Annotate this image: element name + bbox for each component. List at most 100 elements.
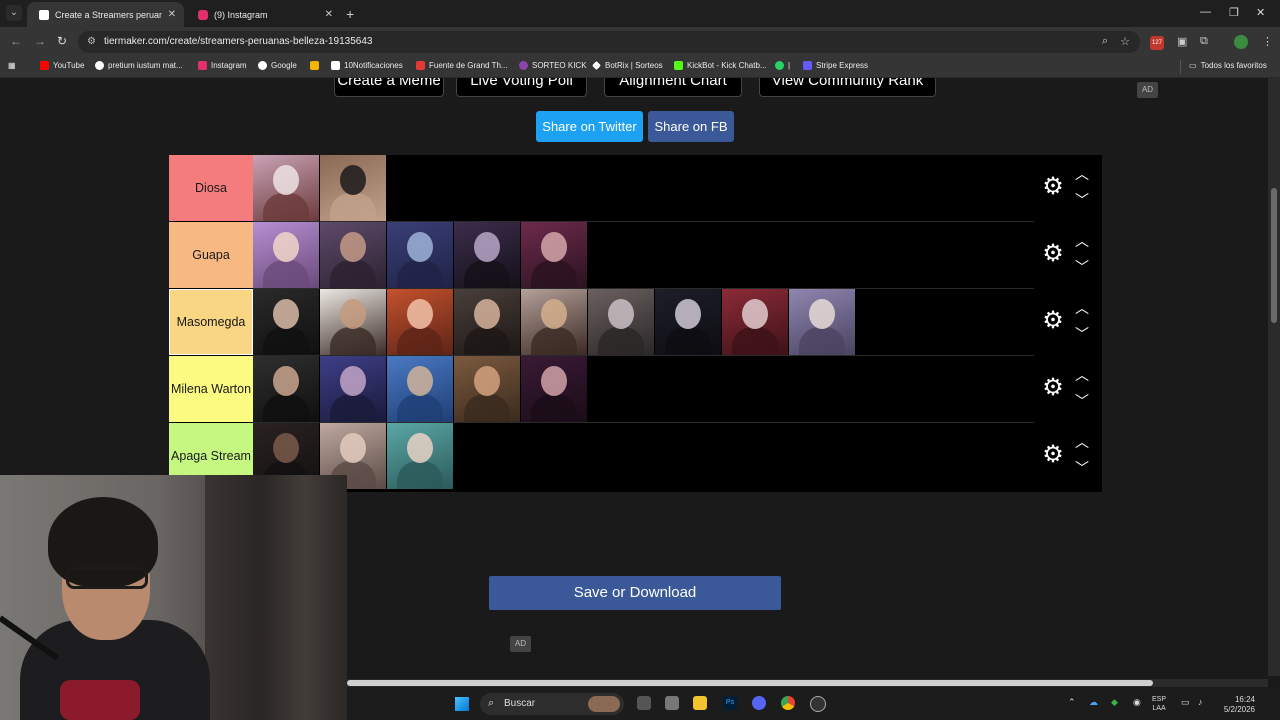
- share-fb-button[interactable]: Share on FB: [648, 111, 734, 142]
- view-community-rank-button[interactable]: View Community Rank: [759, 78, 936, 97]
- move-tier-up-icon[interactable]: ︿: [1075, 435, 1089, 449]
- tier-item-image[interactable]: [320, 155, 386, 221]
- minimize-icon[interactable]: —: [1200, 6, 1211, 18]
- address-bar[interactable]: ⚙ tiermaker.com/create/streamers-peruana…: [78, 31, 1140, 53]
- tier-item-image[interactable]: [253, 222, 319, 288]
- site-info-icon[interactable]: ⚙: [87, 36, 96, 47]
- tier-item-image[interactable]: [655, 289, 721, 355]
- tier-item-image[interactable]: [521, 289, 587, 355]
- move-tier-down-icon[interactable]: ﹀: [1075, 193, 1089, 207]
- tier-item-image[interactable]: [387, 356, 453, 422]
- tray-volume-icon[interactable]: ♪: [1198, 697, 1203, 707]
- bookmark-instagram[interactable]: Instagram: [198, 61, 247, 70]
- tray-onedrive-icon[interactable]: ☁: [1089, 697, 1098, 708]
- bookmark-youtube[interactable]: YouTube: [40, 61, 84, 70]
- bookmark-stripe[interactable]: Stripe Express: [803, 61, 868, 70]
- tier-item-image[interactable]: [722, 289, 788, 355]
- extension-icon[interactable]: ▣: [1177, 35, 1187, 48]
- chrome-icon[interactable]: [781, 696, 795, 710]
- tier-settings-gear-icon[interactable]: ⚙: [1041, 376, 1065, 400]
- scrollbar-thumb[interactable]: [347, 680, 1153, 686]
- tier-item-image[interactable]: [320, 356, 386, 422]
- back-icon[interactable]: ←: [10, 34, 22, 48]
- tray-security-icon[interactable]: ◆: [1111, 697, 1118, 708]
- tier-item-image[interactable]: [454, 356, 520, 422]
- tier-item-image[interactable]: [588, 289, 654, 355]
- extension-badge[interactable]: 127: [1150, 36, 1164, 50]
- url-text[interactable]: tiermaker.com/create/streamers-peruanas-…: [104, 36, 372, 47]
- create-meme-button[interactable]: Create a Meme: [334, 78, 444, 97]
- close-tab-icon[interactable]: ✕: [325, 9, 333, 20]
- bookmark-pretium[interactable]: pretium iustum mat...: [95, 61, 183, 70]
- bookmark-10notificaciones[interactable]: 10Notificaciones: [331, 61, 403, 70]
- windows-start-icon[interactable]: [455, 697, 469, 711]
- bookmark-sorteo-kick[interactable]: SORTEO KICK: [519, 61, 587, 70]
- tier-item-image[interactable]: [253, 356, 319, 422]
- apps-grid-icon[interactable]: ▦: [8, 61, 16, 70]
- tier-item-image[interactable]: [253, 289, 319, 355]
- file-explorer-icon[interactable]: [693, 696, 707, 710]
- photoshop-icon[interactable]: Ps: [723, 696, 737, 710]
- close-tab-icon[interactable]: ✕: [168, 9, 176, 20]
- tier-item-image[interactable]: [320, 222, 386, 288]
- bookmark-pinwheel[interactable]: [310, 61, 323, 70]
- task-view-icon[interactable]: [637, 696, 651, 710]
- tier-item-image[interactable]: [387, 423, 453, 489]
- tier-settings-gear-icon[interactable]: ⚙: [1041, 175, 1065, 199]
- ad-badge[interactable]: AD: [1137, 82, 1158, 98]
- move-tier-up-icon[interactable]: ︿: [1075, 368, 1089, 382]
- tier-item-image[interactable]: [521, 222, 587, 288]
- ad-badge[interactable]: AD: [510, 636, 531, 652]
- taskbar-search[interactable]: ⌕ Buscar: [480, 693, 624, 715]
- tier-item-image[interactable]: [789, 289, 855, 355]
- move-tier-up-icon[interactable]: ︿: [1075, 167, 1089, 181]
- share-twitter-button[interactable]: Share on Twitter: [536, 111, 643, 142]
- scrollbar-thumb[interactable]: [1271, 188, 1277, 323]
- tier-label[interactable]: Masomegda: [169, 289, 253, 355]
- tab-instagram[interactable]: (9) Instagram ✕: [186, 2, 341, 27]
- bookmark-star-icon[interactable]: ☆: [1120, 35, 1130, 48]
- close-window-icon[interactable]: ✕: [1256, 6, 1265, 19]
- obs-icon[interactable]: [810, 696, 826, 712]
- tier-item-image[interactable]: [521, 356, 587, 422]
- bookmark-fuente[interactable]: Fuente de Grand Th...: [416, 61, 508, 70]
- menu-kebab-icon[interactable]: ⋮: [1262, 35, 1273, 48]
- tier-item-image[interactable]: [320, 289, 386, 355]
- tray-network-icon[interactable]: ▭: [1181, 697, 1190, 708]
- tab-tiermaker[interactable]: Create a Streamers peruanas be ✕: [27, 2, 184, 27]
- profile-avatar[interactable]: [1234, 35, 1248, 49]
- all-bookmarks-folder[interactable]: ▭ Todos los favoritos: [1189, 61, 1267, 70]
- widgets-icon[interactable]: [665, 696, 679, 710]
- tier-item-image[interactable]: [253, 155, 319, 221]
- horizontal-scrollbar[interactable]: [347, 679, 1268, 687]
- taskbar-clock[interactable]: 16:24 5/2/2026: [1211, 695, 1255, 715]
- tier-label[interactable]: Guapa: [169, 222, 253, 288]
- tier-item-image[interactable]: [454, 289, 520, 355]
- reload-icon[interactable]: ↻: [57, 34, 67, 48]
- bookmark-whatsapp[interactable]: |: [775, 61, 790, 70]
- discord-icon[interactable]: [752, 696, 766, 710]
- move-tier-down-icon[interactable]: ﹀: [1075, 327, 1089, 341]
- restore-icon[interactable]: ❐: [1229, 6, 1239, 19]
- bookmark-botrix[interactable]: BotRix | Sorteos: [592, 61, 663, 70]
- tier-item-image[interactable]: [387, 222, 453, 288]
- live-voting-poll-button[interactable]: Live Voting Poll: [456, 78, 587, 97]
- tier-settings-gear-icon[interactable]: ⚙: [1041, 443, 1065, 467]
- save-download-button[interactable]: Save or Download: [489, 576, 781, 610]
- tier-label[interactable]: Diosa: [169, 155, 253, 221]
- zoom-icon[interactable]: ⌕: [1102, 35, 1108, 48]
- tier-item-image[interactable]: [387, 289, 453, 355]
- tab-search-menu-icon[interactable]: ⌄: [6, 5, 22, 21]
- forward-icon[interactable]: →: [34, 34, 46, 48]
- bookmark-kickbot[interactable]: KickBot - Kick Chatb...: [674, 61, 767, 70]
- new-tab-icon[interactable]: +: [346, 6, 354, 22]
- tier-label[interactable]: Milena Warton: [169, 356, 253, 422]
- extensions-puzzle-icon[interactable]: ⧉: [1200, 35, 1208, 48]
- language-indicator[interactable]: ESP LAA: [1152, 695, 1166, 713]
- move-tier-down-icon[interactable]: ﹀: [1075, 394, 1089, 408]
- vertical-scrollbar[interactable]: [1268, 78, 1280, 676]
- tier-settings-gear-icon[interactable]: ⚙: [1041, 242, 1065, 266]
- tier-item-image[interactable]: [454, 222, 520, 288]
- move-tier-down-icon[interactable]: ﹀: [1075, 461, 1089, 475]
- tray-mic-icon[interactable]: ◉: [1133, 697, 1141, 708]
